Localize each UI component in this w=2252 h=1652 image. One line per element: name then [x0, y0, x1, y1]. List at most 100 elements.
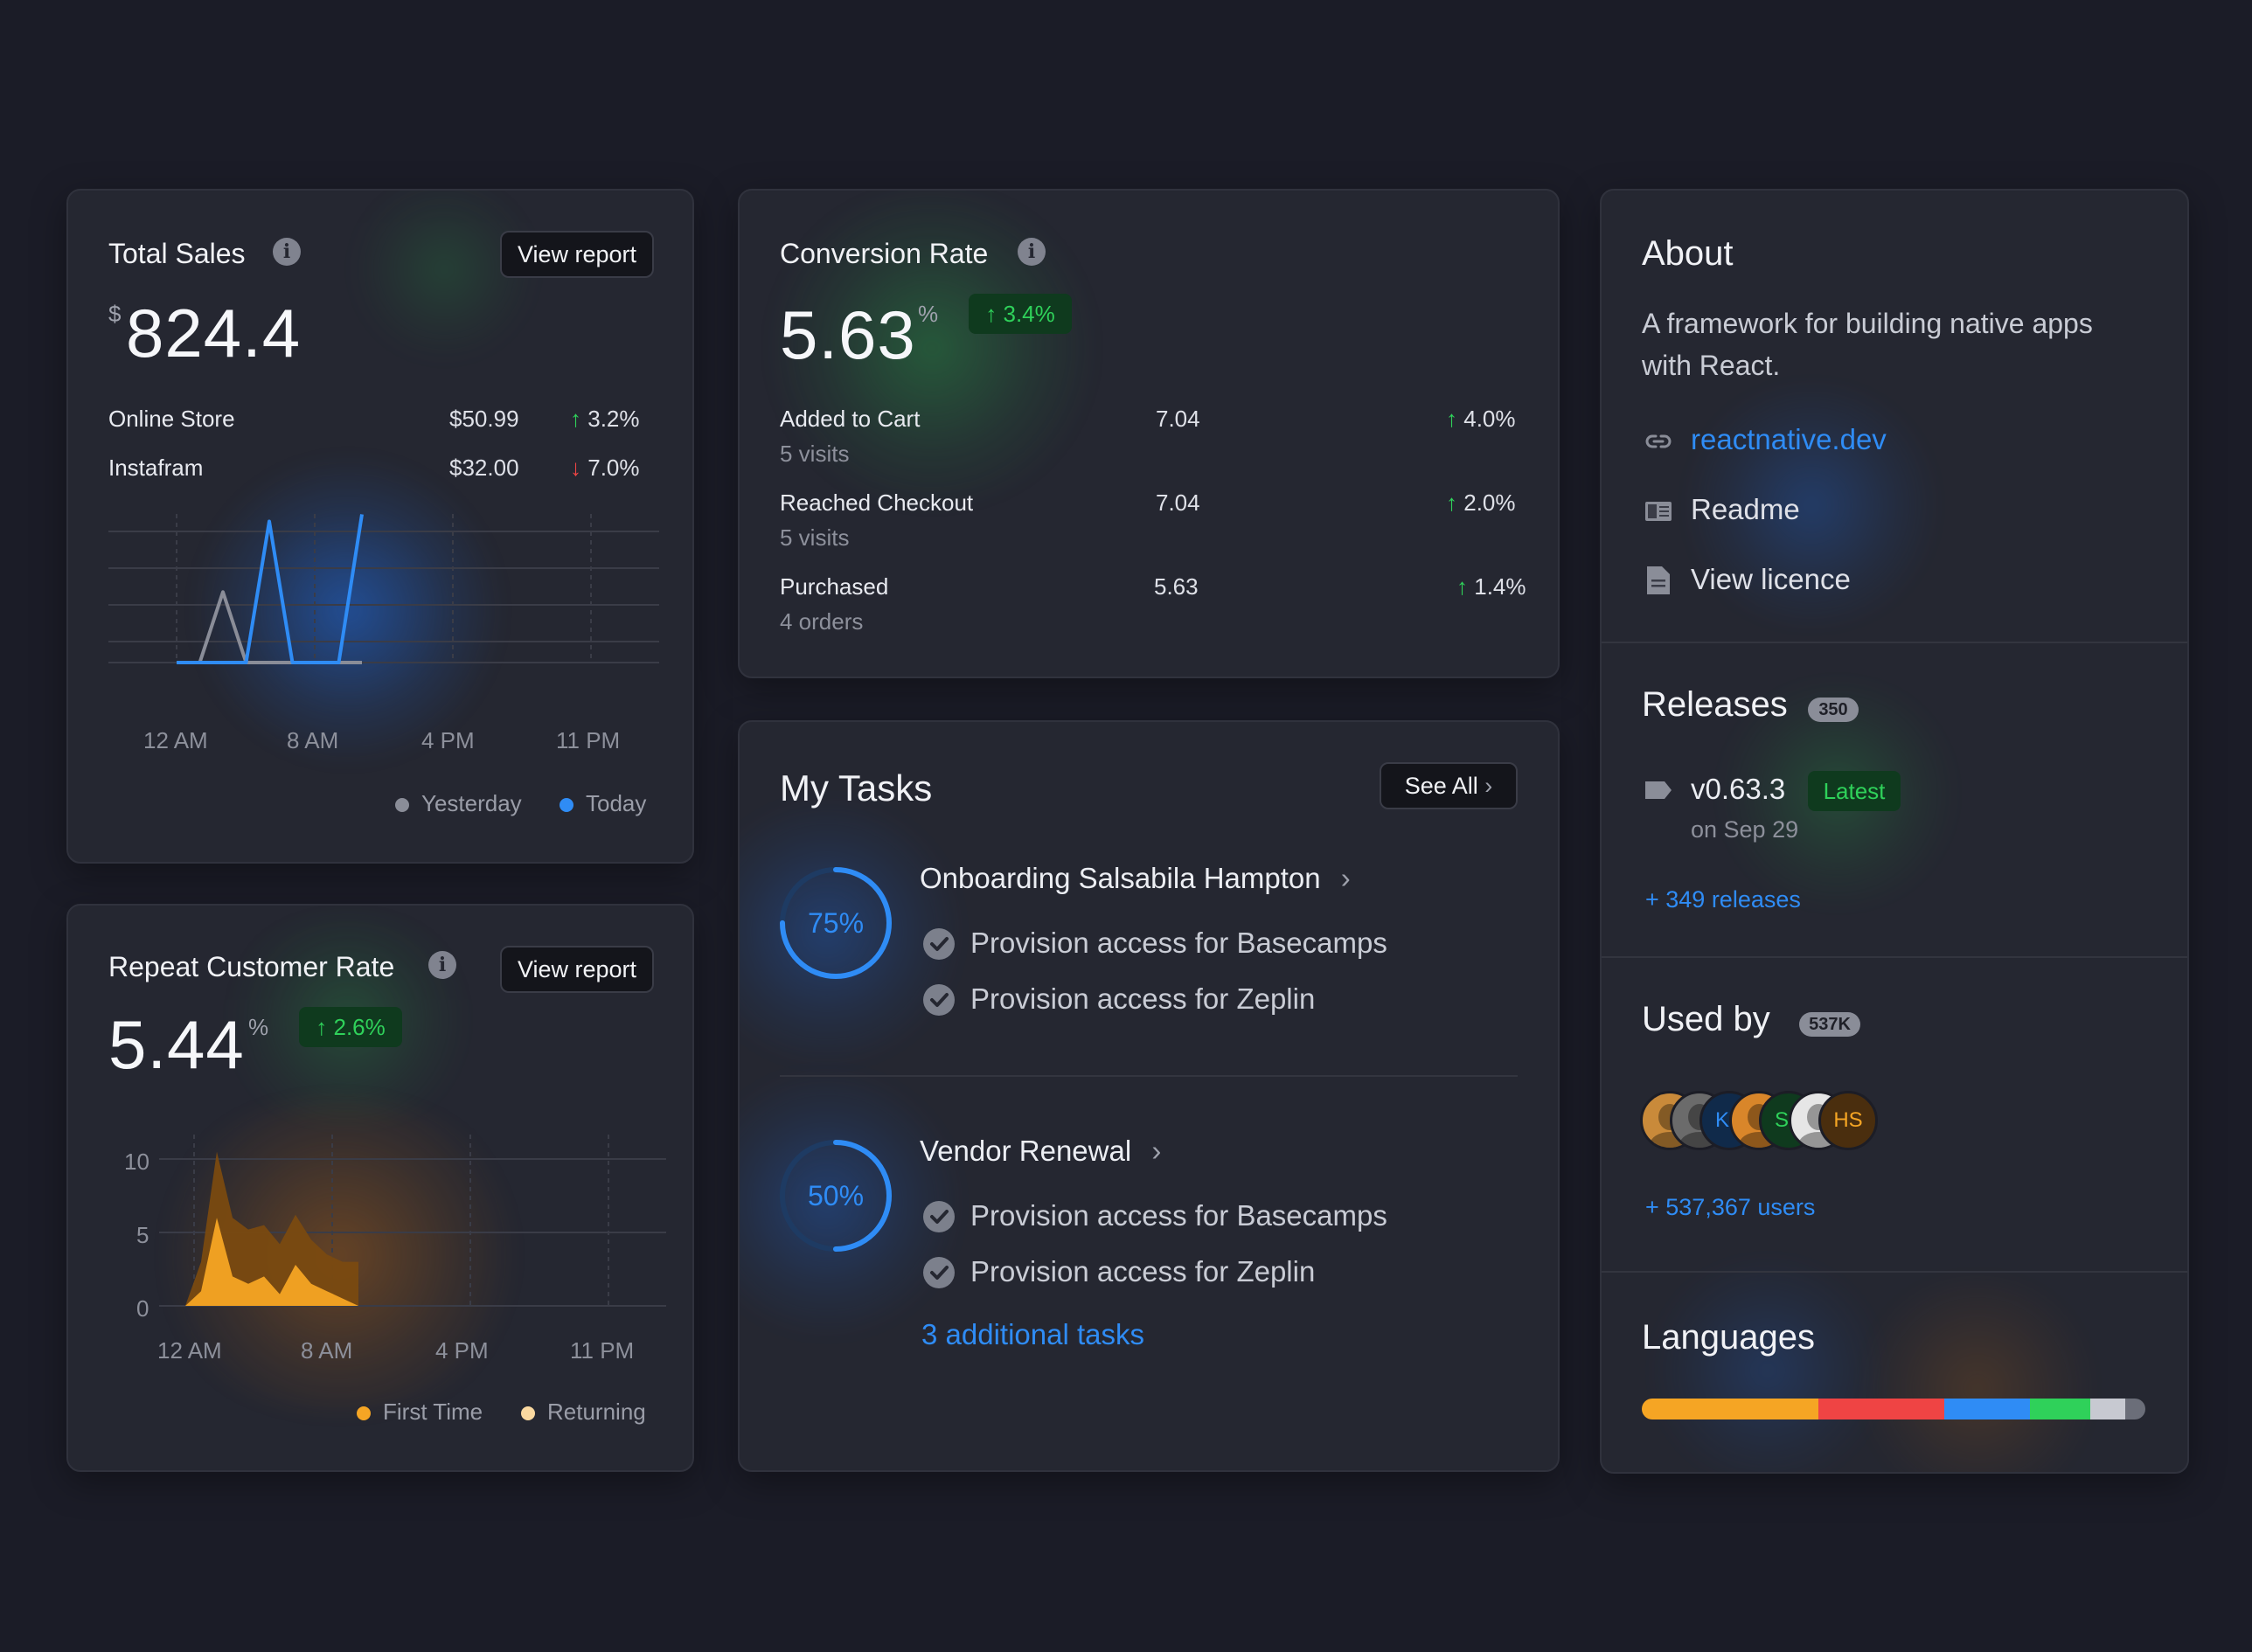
book-icon	[1644, 496, 1673, 531]
check-icon[interactable]	[923, 928, 955, 960]
conversion-row-sub: 5 visits	[780, 524, 850, 551]
sales-row-change: ↑ 3.2%	[570, 406, 640, 432]
view-report-button[interactable]: View report	[500, 231, 654, 278]
series-line	[177, 514, 364, 664]
task-group-title[interactable]: Onboarding Salsabila Hampton ›	[920, 862, 1351, 895]
legend-today: Today	[560, 790, 646, 817]
repeat-customer-card: Repeat Customer Rate i View report 5.44 …	[66, 904, 694, 1472]
x-tick-label: 11 PM	[570, 1337, 635, 1364]
conversion-row-sub: 5 visits	[780, 441, 850, 467]
x-tick-label: 12 AM	[143, 727, 208, 753]
percent-unit: %	[248, 1014, 269, 1040]
arrow-up-icon: ↑	[1456, 573, 1468, 600]
language-segment[interactable]	[2124, 1399, 2145, 1419]
sales-row-amount: $50.99	[449, 406, 519, 432]
view-report-button[interactable]: View report	[500, 946, 654, 993]
check-icon[interactable]	[923, 1257, 955, 1288]
release-version[interactable]: v0.63.3	[1691, 773, 1785, 806]
releases-title: Releases	[1642, 685, 1788, 724]
x-tick-label: 4 PM	[421, 727, 475, 753]
languages-bar	[1642, 1399, 2145, 1419]
repeat-customer-value: 5.44	[108, 1006, 245, 1083]
y-tick-label: 10	[124, 1149, 149, 1175]
see-all-button[interactable]: See All ›	[1380, 762, 1518, 809]
arrow-up-icon: ↑	[570, 406, 581, 432]
releases-count-badge: 350	[1808, 698, 1859, 722]
arrow-down-icon: ↓	[570, 455, 581, 481]
sales-row-label: Instafram	[108, 455, 204, 481]
info-icon[interactable]: i	[1018, 238, 1046, 266]
tag-icon	[1644, 778, 1673, 807]
info-icon[interactable]: i	[428, 951, 456, 979]
chevron-right-icon: ›	[1151, 1135, 1162, 1167]
x-tick-label: 8 AM	[287, 727, 339, 753]
x-tick-label: 12 AM	[157, 1337, 222, 1364]
languages-title: Languages	[1642, 1318, 1815, 1357]
language-segment[interactable]	[1818, 1399, 1944, 1419]
conversion-row-value: 5.63	[1154, 573, 1199, 600]
task-item: Provision access for Zeplin	[970, 982, 1316, 1015]
check-icon[interactable]	[923, 1201, 955, 1232]
repeat-customer-chart	[159, 1135, 666, 1307]
percent-unit: %	[918, 301, 939, 327]
divider	[780, 1075, 1518, 1077]
document-icon	[1645, 565, 1672, 600]
used-by-title: Used by	[1642, 1000, 1770, 1038]
conversion-value: 5.63	[780, 296, 916, 373]
repo-info-card: About A framework for building native ap…	[1600, 189, 2189, 1474]
sales-row-amount: $32.00	[449, 455, 519, 481]
x-tick-label: 8 AM	[301, 1337, 353, 1364]
more-users-link[interactable]: + 537,367 users	[1645, 1194, 1815, 1221]
sales-row-change: ↓ 7.0%	[570, 455, 640, 481]
arrow-up-icon: ↑	[1446, 489, 1457, 516]
about-description: A framework for building native apps wit…	[1642, 308, 2093, 381]
conversion-row-change: ↑ 1.4%	[1456, 573, 1526, 600]
license-link[interactable]: View licence	[1691, 563, 1851, 596]
release-date: on Sep 29	[1691, 816, 1799, 843]
about-title: About	[1642, 234, 1734, 273]
latest-badge: Latest	[1808, 771, 1901, 811]
x-tick-label: 4 PM	[435, 1337, 489, 1364]
legend-dot	[521, 1406, 535, 1421]
legend-dot	[560, 798, 573, 813]
task-item: Provision access for Zeplin	[970, 1255, 1316, 1288]
avatar[interactable]: HS	[1818, 1091, 1878, 1150]
language-segment[interactable]	[2029, 1399, 2090, 1419]
x-tick-label: 11 PM	[556, 727, 621, 753]
website-link[interactable]: reactnative.dev	[1691, 423, 1887, 456]
divider	[1602, 642, 2187, 643]
more-releases-link[interactable]: + 349 releases	[1645, 886, 1801, 913]
total-sales-value: 824.4	[126, 295, 302, 371]
legend-dot	[395, 798, 409, 813]
tasks-title: My Tasks	[780, 767, 933, 809]
conversion-title: Conversion Rate	[780, 238, 989, 269]
conversion-row-change: ↑ 2.0%	[1446, 489, 1516, 516]
readme-link[interactable]: Readme	[1691, 493, 1800, 526]
arrow-up-icon: ↑	[316, 1014, 328, 1040]
arrow-up-icon: ↑	[1446, 406, 1457, 432]
y-tick-label: 5	[136, 1222, 149, 1248]
additional-tasks-link[interactable]: 3 additional tasks	[921, 1318, 1144, 1351]
language-segment[interactable]	[2089, 1399, 2125, 1419]
task-item: Provision access for Basecamps	[970, 927, 1387, 959]
y-tick-label: 0	[136, 1295, 149, 1322]
conversion-row-label: Added to Cart	[780, 406, 921, 432]
conversion-row-value: 7.04	[1156, 406, 1200, 432]
my-tasks-card: My Tasks See All › 75% Onboarding Salsab…	[738, 720, 1560, 1472]
currency-symbol: $	[108, 301, 122, 327]
chevron-right-icon: ›	[1340, 862, 1351, 894]
legend-dot	[357, 1406, 371, 1421]
sales-row-label: Online Store	[108, 406, 235, 432]
language-segment[interactable]	[1642, 1399, 1818, 1419]
repeat-customer-title: Repeat Customer Rate	[108, 951, 395, 982]
used-by-count-badge: 537K	[1799, 1012, 1860, 1037]
legend-yesterday: Yesterday	[395, 790, 522, 817]
check-icon[interactable]	[923, 984, 955, 1016]
info-icon[interactable]: i	[273, 238, 301, 266]
change-badge: ↑ 3.4%	[969, 294, 1072, 334]
divider	[1602, 956, 2187, 958]
task-group-title[interactable]: Vendor Renewal ›	[920, 1135, 1161, 1168]
total-sales-chart	[108, 514, 659, 664]
divider	[1602, 1271, 2187, 1273]
language-segment[interactable]	[1943, 1399, 2030, 1419]
